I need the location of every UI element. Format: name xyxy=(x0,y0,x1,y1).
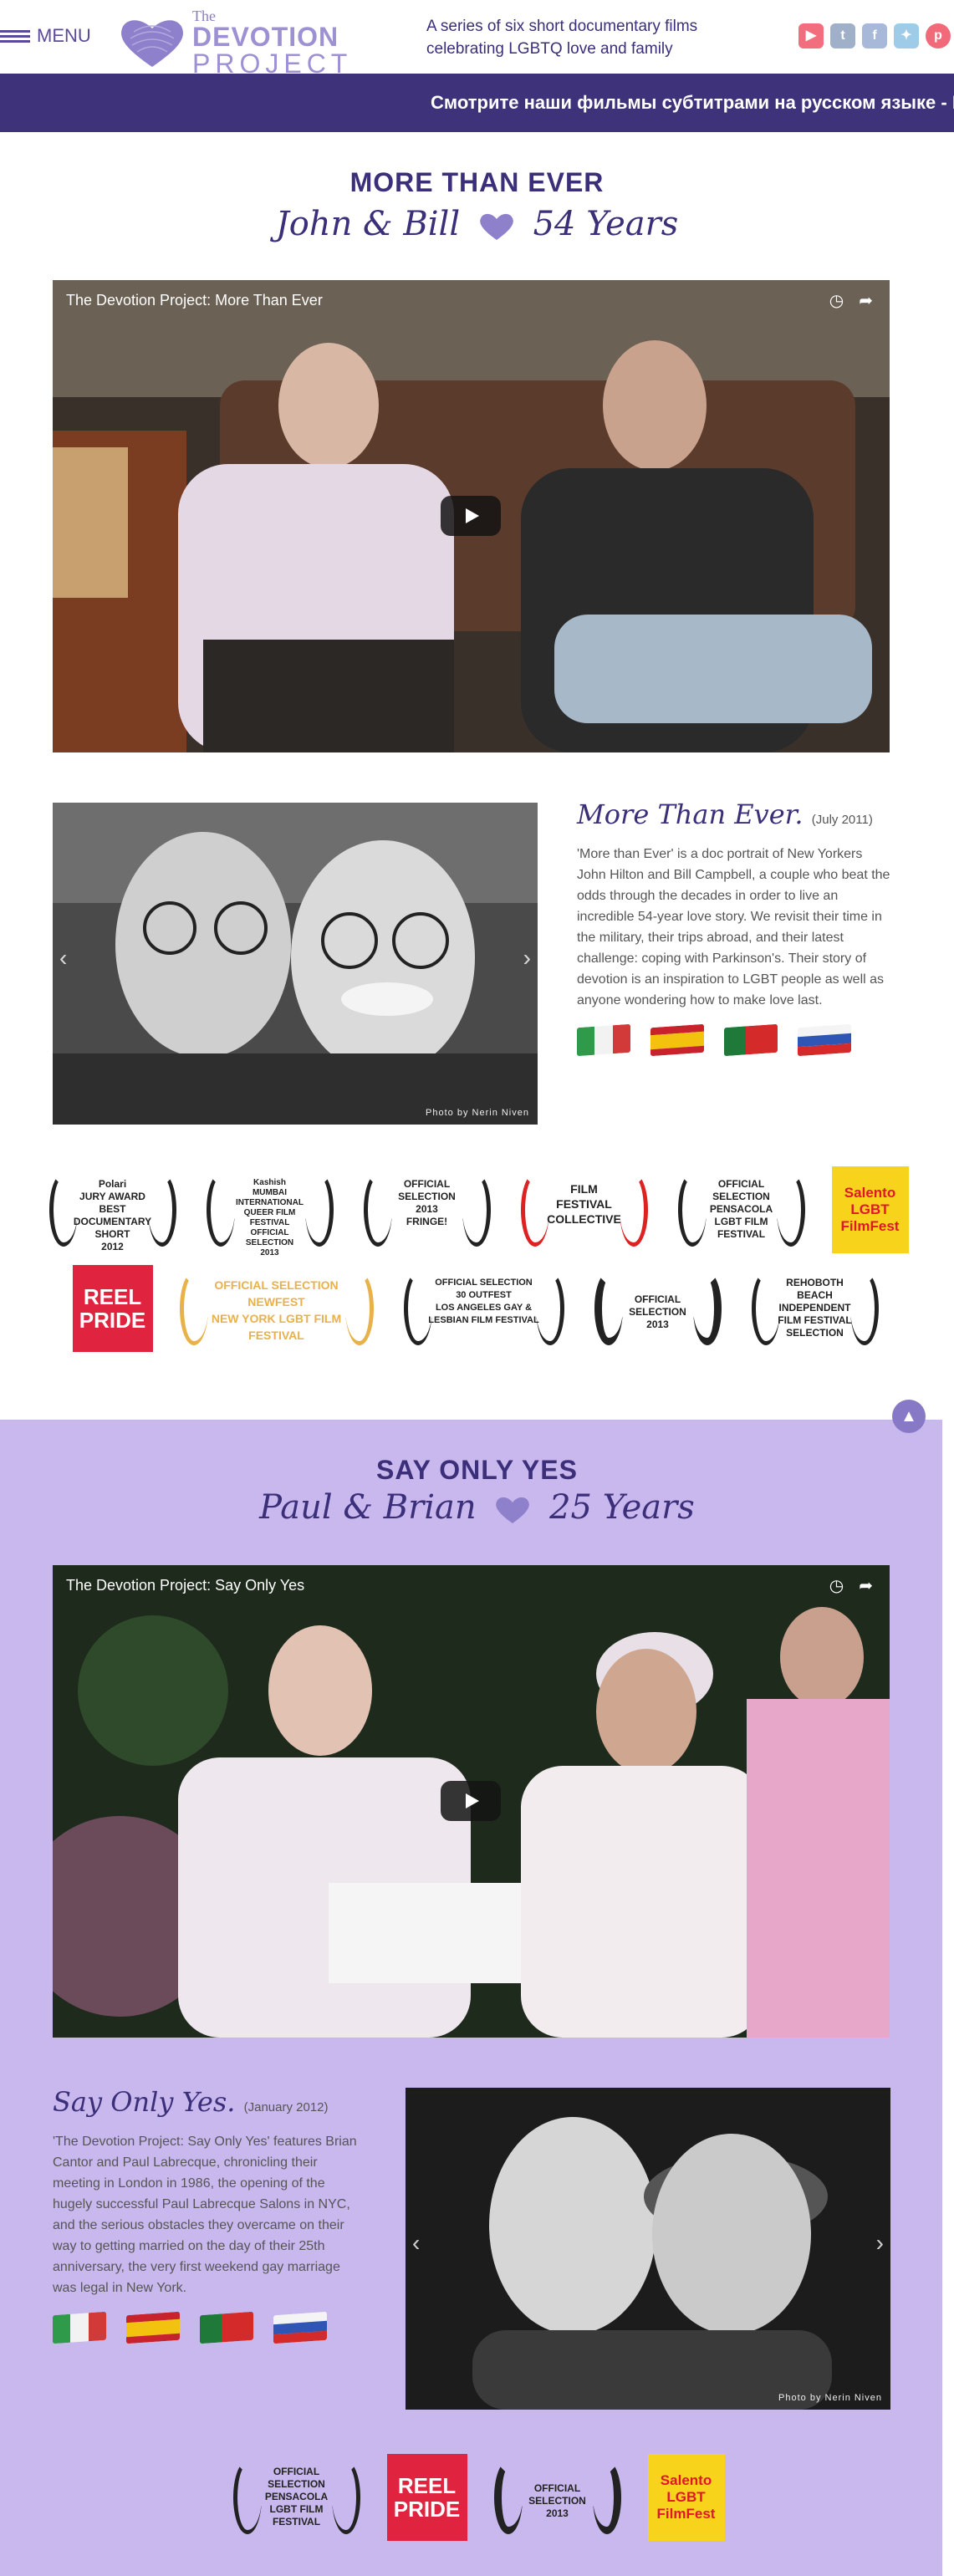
scroll-to-top-button[interactable]: ▲ xyxy=(892,1400,926,1433)
prev-arrow-icon[interactable]: ‹ xyxy=(412,2230,420,2257)
laurel-film-festival-collective: FILM FESTIVAL COLLECTIVE xyxy=(518,1166,651,1253)
couple-years: 54 Years xyxy=(533,205,679,243)
spanish-flag-icon[interactable] xyxy=(650,1023,704,1057)
description-heading: More Than Ever. (July 2011) xyxy=(577,798,895,830)
watch-later-icon[interactable]: ◷ xyxy=(829,1575,844,1596)
subtitle-flags xyxy=(577,1023,895,1057)
russian-flag-icon[interactable] xyxy=(273,2311,327,2344)
description-heading-2: Say Only Yes. (January 2012) xyxy=(53,2086,366,2118)
laurel-polari: Polari JURY AWARD BEST DOCUMENTARY SHORT… xyxy=(46,1166,180,1253)
reel-pride-badge: REEL PRIDE xyxy=(72,1265,153,1352)
share-icon[interactable]: ➦ xyxy=(859,1575,873,1596)
italian-flag-icon[interactable] xyxy=(53,2311,106,2344)
watch-later-icon[interactable]: ◷ xyxy=(829,290,844,311)
description-title-2: Say Only Yes. xyxy=(53,2086,236,2118)
video-controls-2: ◷ ➦ xyxy=(829,1575,873,1596)
play-button[interactable] xyxy=(441,496,501,536)
laurel-rehoboth: REHOBOTH BEACH INDEPENDENT FILM FESTIVAL… xyxy=(748,1265,882,1352)
festival-laurels-row-3: OFFICIAL SELECTION PENSACOLA LGBT FILM F… xyxy=(0,2454,954,2541)
logo-wordmark: The DEVOTION PROJECT xyxy=(192,8,353,79)
site-tagline: A series of six short documentary films … xyxy=(426,18,698,58)
film-title: MORE THAN EVER xyxy=(349,167,605,197)
couple-names-2: Paul & Brian xyxy=(259,1488,477,1527)
laurel-fringe: OFFICIAL SELECTION 2013 FRINGE! xyxy=(360,1166,494,1253)
video-player[interactable]: The Devotion Project: More Than Ever ◷ ➦ xyxy=(53,280,890,752)
menu-label: MENU xyxy=(37,25,91,46)
video-title-2: The Devotion Project: Say Only Yes xyxy=(66,1577,305,1594)
facebook-icon[interactable]: f xyxy=(862,23,887,48)
twitter-icon[interactable]: ✦ xyxy=(894,23,919,48)
menu-button[interactable]: MENU xyxy=(0,25,91,47)
social-links: ▶ t f ✦ p xyxy=(798,23,951,48)
film-description: More Than Ever. (July 2011) 'More than E… xyxy=(577,798,895,1057)
couple-years-2: 25 Years xyxy=(549,1488,695,1527)
banner-text: Смотрите наши фильмы субтитрами на русск… xyxy=(431,92,954,113)
couple-portrait-photo xyxy=(53,803,538,1125)
laurel-newfest: OFFICIAL SELECTION NEWFEST NEW YORK LGBT… xyxy=(176,1265,377,1352)
film-couple-line: John & Bill 54 Years xyxy=(0,205,954,243)
prev-arrow-icon[interactable]: ‹ xyxy=(59,945,67,972)
play-button-2[interactable] xyxy=(441,1781,501,1821)
heart-icon xyxy=(496,1497,530,1523)
video-title: The Devotion Project: More Than Ever xyxy=(66,292,323,309)
italian-flag-icon[interactable] xyxy=(577,1023,630,1057)
portuguese-flag-icon[interactable] xyxy=(200,2311,253,2344)
fingerprint-heart-icon xyxy=(121,20,183,67)
reel-pride-badge: REEL PRIDE xyxy=(386,2454,467,2541)
arrow-up-icon: ▲ xyxy=(900,1407,917,1426)
heart-icon xyxy=(480,213,513,240)
video-player-2[interactable]: The Devotion Project: Say Only Yes ◷ ➦ xyxy=(53,1565,890,2038)
next-arrow-icon[interactable]: › xyxy=(876,2230,884,2257)
laurel-pensacola: OFFICIAL SELECTION PENSACOLA LGBT FILM F… xyxy=(230,2454,364,2541)
laurel-pensacola: OFFICIAL SELECTION PENSACOLA LGBT FILM F… xyxy=(675,1166,809,1253)
couple-names: John & Bill xyxy=(275,205,461,243)
film-couple-line-2: Paul & Brian 25 Years xyxy=(0,1488,954,1527)
film-description-2: Say Only Yes. (January 2012) 'The Devoti… xyxy=(53,2086,366,2344)
description-text: 'More than Ever' is a doc portrait of Ne… xyxy=(577,847,890,1007)
description-title: More Than Ever. xyxy=(577,798,804,830)
description-date: (July 2011) xyxy=(811,813,873,827)
couple-portrait-photo-2 xyxy=(406,2088,890,2410)
laurel-kashish: Kashish MUMBAI INTERNATIONAL QUEER FILM … xyxy=(203,1166,337,1257)
next-arrow-icon[interactable]: › xyxy=(523,945,531,972)
laurel-outfest: OFFICIAL SELECTION 30 OUTFEST LOS ANGELE… xyxy=(400,1265,568,1352)
laurel-selection-2013: OFFICIAL SELECTION 2013 xyxy=(491,2454,625,2541)
festival-laurels-row-2: REEL PRIDE OFFICIAL SELECTION NEWFEST NE… xyxy=(0,1265,954,1352)
video-controls: ◷ ➦ xyxy=(829,290,873,311)
pinterest-icon[interactable]: p xyxy=(926,23,951,48)
share-icon[interactable]: ➦ xyxy=(859,290,873,311)
laurel-selection-2013: OFFICIAL SELECTION 2013 xyxy=(591,1265,725,1352)
festival-laurels-row: Polari JURY AWARD BEST DOCUMENTARY SHORT… xyxy=(0,1166,954,1257)
description-date-2: (January 2012) xyxy=(243,2100,329,2114)
salento-lgbt-badge: Salento LGBT FilmFest xyxy=(647,2454,725,2541)
description-text-2: 'The Devotion Project: Say Only Yes' fea… xyxy=(53,2135,357,2295)
photo-slider-2[interactable]: ‹ › Photo by Nerin Niven xyxy=(406,2088,890,2410)
photo-credit: Photo by Nerin Niven xyxy=(426,1108,529,1118)
youtube-icon[interactable]: ▶ xyxy=(798,23,824,48)
site-header: MENU The DEVOTION PROJECT A series of si… xyxy=(0,0,954,77)
site-logo[interactable]: The DEVOTION PROJECT xyxy=(117,8,352,77)
spanish-flag-icon[interactable] xyxy=(126,2311,180,2344)
tumblr-icon[interactable]: t xyxy=(830,23,855,48)
salento-lgbt-badge: Salento LGBT FilmFest xyxy=(831,1166,909,1253)
russian-flag-icon[interactable] xyxy=(798,1023,851,1057)
film-title-2: SAY ONLY YES xyxy=(376,1455,578,1485)
photo-credit-2: Photo by Nerin Niven xyxy=(778,2393,882,2403)
portuguese-flag-icon[interactable] xyxy=(724,1023,778,1057)
subtitle-flags-2 xyxy=(53,2311,366,2344)
photo-slider[interactable]: ‹ › Photo by Nerin Niven xyxy=(53,803,538,1125)
hamburger-icon xyxy=(0,30,30,43)
russian-subtitles-banner[interactable]: Смотрите наши фильмы субтитрами на русск… xyxy=(0,74,954,132)
